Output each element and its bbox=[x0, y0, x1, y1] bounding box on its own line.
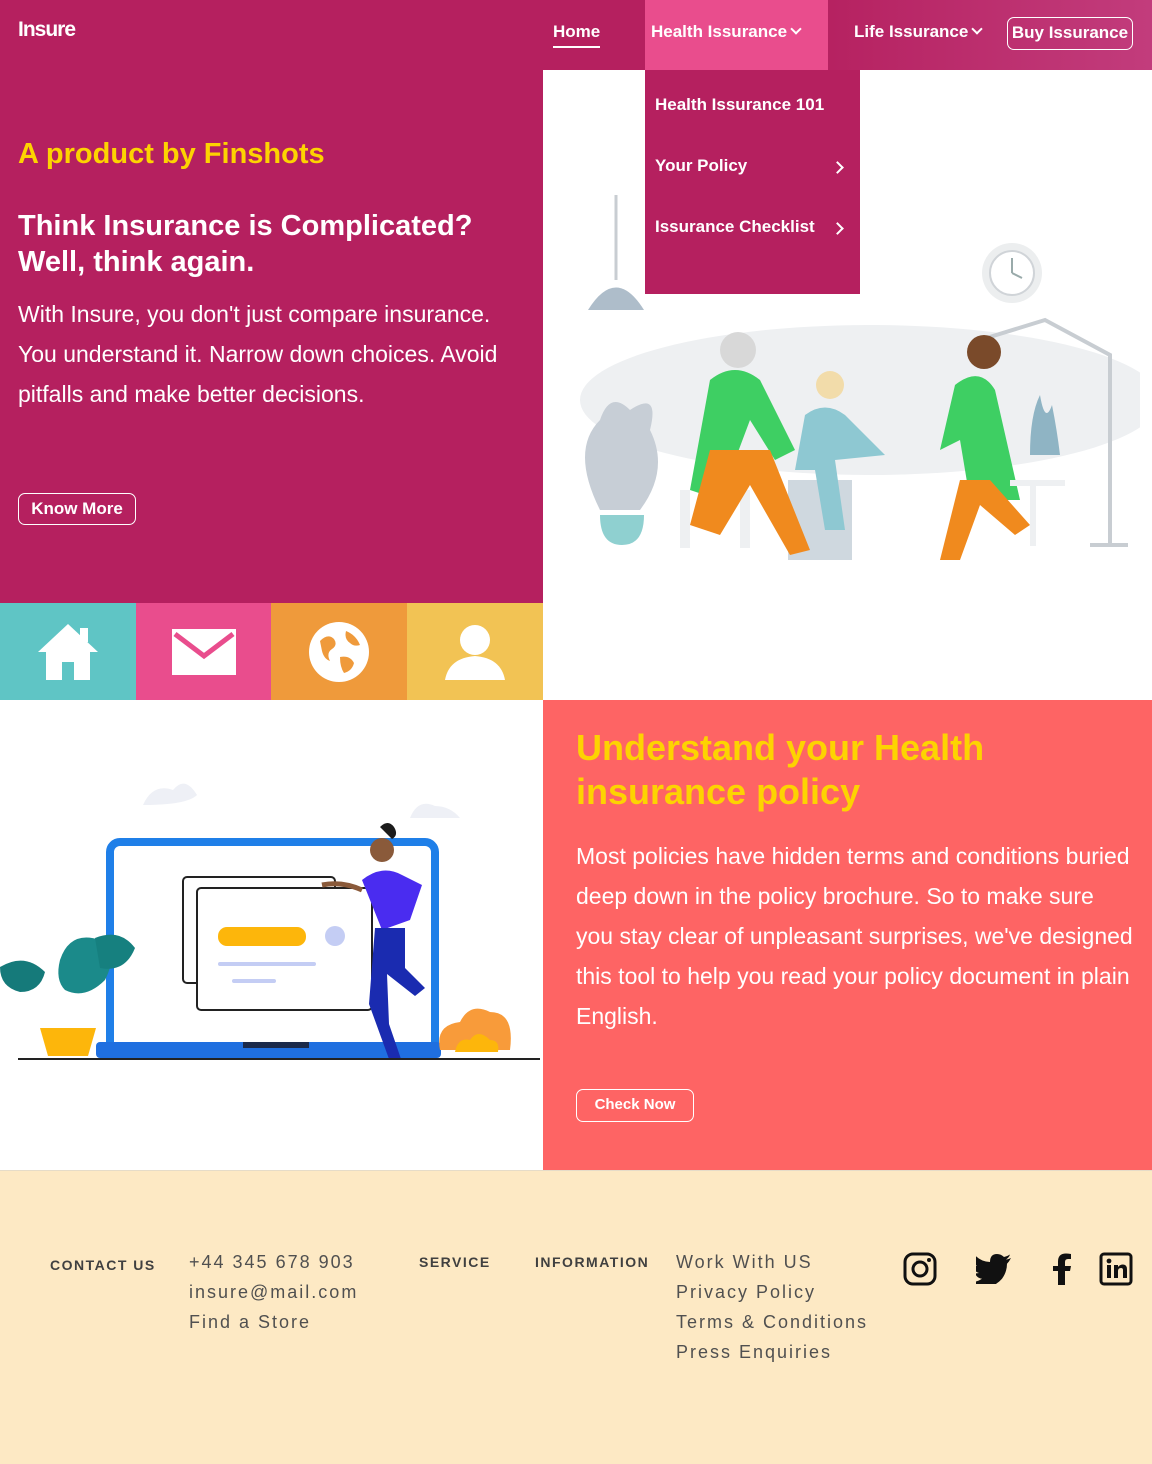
footer-link-press[interactable]: Press Enquiries bbox=[676, 1337, 868, 1367]
footer-information-list: Work With US Privacy Policy Terms & Cond… bbox=[676, 1247, 868, 1367]
policy-title: Understand your Health insurance policy bbox=[576, 727, 985, 812]
check-now-button[interactable]: Check Now bbox=[576, 1089, 694, 1122]
dropdown-item-your-policy[interactable]: Your Policy bbox=[655, 156, 747, 176]
nav-home-link[interactable]: Home bbox=[553, 22, 601, 48]
linkedin-link[interactable] bbox=[1098, 1251, 1134, 1287]
footer-find-store[interactable]: Find a Store bbox=[189, 1307, 358, 1337]
linkedin-icon bbox=[1099, 1252, 1133, 1286]
hero-title: Think Insurance is Complicated? Well, th… bbox=[18, 210, 473, 278]
tile-mail[interactable] bbox=[136, 603, 271, 700]
dropdown-item-health-101[interactable]: Health Issurance 101 bbox=[655, 95, 824, 115]
home-icon bbox=[38, 623, 98, 680]
footer-phone[interactable]: +44 345 678 903 bbox=[189, 1247, 358, 1277]
twitter-link[interactable] bbox=[976, 1251, 1012, 1287]
footer-email[interactable]: insure@mail.com bbox=[189, 1277, 358, 1307]
hero-tagline: A product by Finshots bbox=[18, 138, 325, 170]
chevron-right-icon bbox=[831, 222, 844, 235]
facebook-link[interactable] bbox=[1044, 1251, 1080, 1287]
footer-service-heading[interactable]: SERVICE bbox=[419, 1254, 491, 1270]
footer-contact-heading: CONTACT US bbox=[50, 1257, 156, 1273]
policy-description: Most policies have hidden terms and cond… bbox=[576, 843, 1133, 1029]
tile-home[interactable] bbox=[0, 603, 136, 700]
footer-link-terms[interactable]: Terms & Conditions bbox=[676, 1307, 868, 1337]
footer-link-privacy[interactable]: Privacy Policy bbox=[676, 1277, 868, 1307]
logo[interactable]: Insure bbox=[18, 18, 76, 42]
buy-button[interactable]: Buy Issurance bbox=[1007, 17, 1133, 50]
footer: CONTACT US +44 345 678 903 insure@mail.c… bbox=[0, 1170, 1152, 1464]
tile-globe[interactable] bbox=[271, 603, 407, 700]
instagram-link[interactable] bbox=[902, 1251, 938, 1287]
nav-health-label: Health Issurance bbox=[651, 22, 788, 41]
policy-illustration-area bbox=[0, 700, 543, 1170]
know-more-button[interactable]: Know More bbox=[18, 493, 136, 525]
globe-icon bbox=[309, 621, 369, 682]
dropdown-item-checklist[interactable]: Issurance Checklist bbox=[655, 217, 815, 237]
navbar: Insure Home Health Issurance Life Issura… bbox=[0, 0, 1152, 70]
facebook-icon bbox=[1053, 1253, 1071, 1285]
tile-user[interactable] bbox=[407, 603, 543, 700]
health-dropdown-menu: Health Issurance 101 Your Policy Issuran… bbox=[645, 70, 860, 294]
nav-life-label: Life Issurance bbox=[854, 22, 969, 41]
hero-section: A product by Finshots Think Insurance is… bbox=[0, 70, 543, 603]
chevron-right-icon bbox=[831, 161, 844, 174]
chevron-down-icon bbox=[790, 23, 802, 35]
nav-life-link[interactable]: Life Issurance bbox=[854, 22, 983, 42]
nav-health-link[interactable]: Health Issurance bbox=[651, 22, 802, 42]
policy-section: Understand your Health insurance policy … bbox=[543, 700, 1152, 1170]
instagram-icon bbox=[903, 1252, 937, 1286]
mail-icon bbox=[171, 628, 236, 675]
footer-contact-list: +44 345 678 903 insure@mail.com Find a S… bbox=[189, 1247, 358, 1337]
chevron-down-icon bbox=[971, 23, 983, 35]
user-icon bbox=[445, 624, 505, 680]
policy-illustration bbox=[0, 783, 540, 1060]
footer-information-heading[interactable]: INFORMATION bbox=[535, 1254, 649, 1270]
hero-description: With Insure, you don't just compare insu… bbox=[18, 301, 498, 407]
footer-link-work[interactable]: Work With US bbox=[676, 1247, 868, 1277]
twitter-icon bbox=[976, 1254, 1011, 1284]
